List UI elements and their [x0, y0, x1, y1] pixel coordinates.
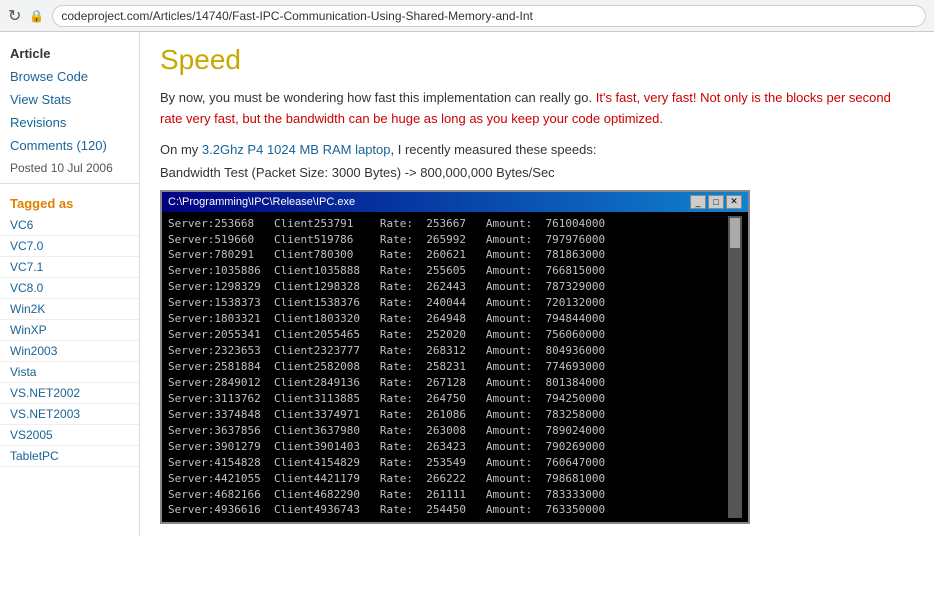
- laptop-link[interactable]: 3.2Ghz P4 1024 MB RAM laptop: [202, 142, 391, 157]
- terminal-title: C:\Programming\IPC\Release\IPC.exe: [168, 196, 355, 208]
- tag-vc71[interactable]: VC7.1: [0, 257, 139, 278]
- sidebar: Article Browse Code View Stats Revisions…: [0, 32, 140, 536]
- tag-vista[interactable]: Vista: [0, 362, 139, 383]
- tag-tabletpc[interactable]: TabletPC: [0, 446, 139, 467]
- terminal-window: C:\Programming\IPC\Release\IPC.exe _ □ ✕…: [160, 190, 750, 524]
- posted-date: Posted 10 Jul 2006: [0, 157, 139, 179]
- article-label: Article: [0, 40, 139, 65]
- tag-vc70[interactable]: VC7.0: [0, 236, 139, 257]
- terminal-controls: _ □ ✕: [690, 195, 742, 209]
- terminal-titlebar: C:\Programming\IPC\Release\IPC.exe _ □ ✕: [162, 192, 748, 212]
- tag-vsnet2003[interactable]: VS.NET2003: [0, 404, 139, 425]
- revisions-link[interactable]: Revisions: [0, 111, 139, 134]
- tag-win2k[interactable]: Win2K: [0, 299, 139, 320]
- terminal-restore-btn[interactable]: □: [708, 195, 724, 209]
- scrollbar-thumb[interactable]: [730, 218, 740, 248]
- tag-win2003[interactable]: Win2003: [0, 341, 139, 362]
- url-bar[interactable]: [52, 5, 926, 27]
- browser-bar: ↻ 🔒: [0, 0, 934, 32]
- tag-vsnet2002[interactable]: VS.NET2002: [0, 383, 139, 404]
- layout: Article Browse Code View Stats Revisions…: [0, 32, 934, 536]
- comments-link[interactable]: Comments (120): [0, 134, 139, 157]
- tag-vc6[interactable]: VC6: [0, 215, 139, 236]
- tag-vc80[interactable]: VC8.0: [0, 278, 139, 299]
- intro-highlight: It's fast, very fast! Not only is the bl…: [160, 90, 891, 126]
- sidebar-divider: [0, 183, 139, 184]
- tag-vs2005[interactable]: VS2005: [0, 425, 139, 446]
- browse-code-link[interactable]: Browse Code: [0, 65, 139, 88]
- tagged-label: Tagged as: [0, 188, 139, 215]
- view-stats-link[interactable]: View Stats: [0, 88, 139, 111]
- terminal-minimize-btn[interactable]: _: [690, 195, 706, 209]
- measure-text: On my 3.2Ghz P4 1024 MB RAM laptop, I re…: [160, 142, 914, 157]
- terminal-scrollbar[interactable]: [728, 216, 742, 518]
- terminal-close-btn[interactable]: ✕: [726, 195, 742, 209]
- page-title: Speed: [160, 44, 914, 76]
- terminal-text: Server:253668 Client253791 Rate: 253667 …: [168, 216, 724, 518]
- terminal-body: Server:253668 Client253791 Rate: 253667 …: [162, 212, 748, 522]
- refresh-icon[interactable]: ↻: [8, 6, 21, 26]
- tag-winxp[interactable]: WinXP: [0, 320, 139, 341]
- intro-paragraph: By now, you must be wondering how fast t…: [160, 88, 914, 130]
- bandwidth-text: Bandwidth Test (Packet Size: 3000 Bytes)…: [160, 165, 914, 180]
- main-content: Speed By now, you must be wondering how …: [140, 32, 934, 536]
- lock-icon: 🔒: [29, 9, 44, 23]
